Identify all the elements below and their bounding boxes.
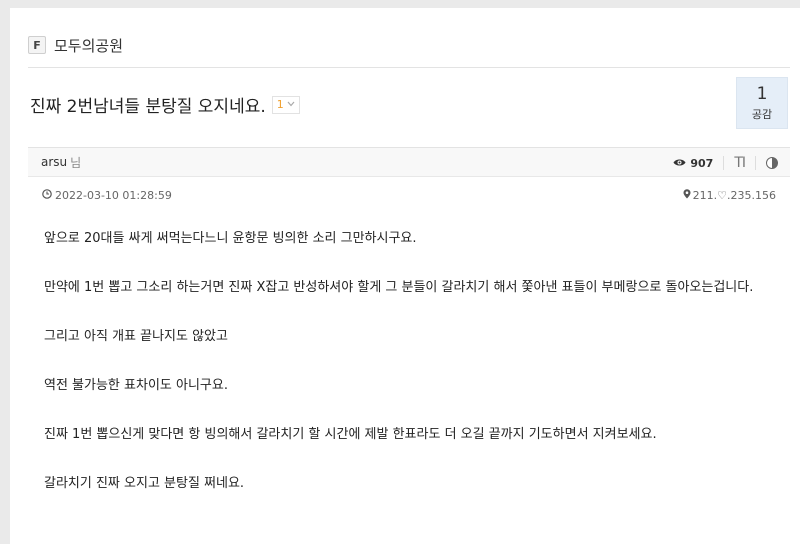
post-content: 앞으로 20대들 싸게 써먹는다느니 윤항문 빙의한 소리 그만하시구요. 만약… xyxy=(44,230,784,493)
post-meta-bar: arsu 님 907 TI xyxy=(28,147,790,177)
post-title: 진짜 2번남녀들 분탕질 오지네요. xyxy=(30,97,266,117)
board-icon: F xyxy=(28,36,46,54)
content-paragraph: 앞으로 20대들 싸게 써먹는다느니 윤항문 빙의한 소리 그만하시구요. xyxy=(44,231,417,246)
font-size-icon[interactable]: TI xyxy=(734,155,746,171)
post-ip-value: 211.♡.235.156 xyxy=(692,189,776,202)
content-paragraph: 갈라치기 진짜 오지고 분탕질 쩌네요. xyxy=(44,476,245,491)
divider xyxy=(723,156,725,170)
header-divider xyxy=(28,67,790,68)
like-button[interactable]: 1 공감 xyxy=(736,77,788,129)
page: F 모두의공원 진짜 2번남녀들 분탕질 오지네요. 1 1 공감 arsu 님… xyxy=(10,8,800,544)
content-paragraph: 그리고 아직 개표 끝나지도 않았고 xyxy=(44,329,228,344)
board-header[interactable]: F 모두의공원 xyxy=(28,30,123,60)
post-ip: 211.♡.235.156 xyxy=(683,189,776,202)
like-label: 공감 xyxy=(751,107,773,121)
contrast-icon[interactable] xyxy=(766,157,778,169)
comment-count-badge[interactable]: 1 xyxy=(271,95,300,114)
author-suffix: 님 xyxy=(70,155,82,170)
view-count: 907 xyxy=(673,157,713,170)
post-info: 2022-03-10 01:28:59 211.♡.235.156 xyxy=(42,189,776,205)
content-paragraph: 진짜 1번 뽑으신게 맞다면 항 빙의해서 갈라치기 할 시간에 제발 한표라도… xyxy=(44,427,657,442)
chevron-down-icon xyxy=(287,100,295,110)
location-pin-icon xyxy=(683,189,691,202)
post-date-value: 2022-03-10 01:28:59 xyxy=(55,189,172,202)
comment-count: 1 xyxy=(276,98,284,111)
divider xyxy=(755,156,756,170)
board-name[interactable]: 모두의공원 xyxy=(54,35,123,56)
post-title-row: 진짜 2번남녀들 분탕질 오지네요. 1 xyxy=(30,92,300,117)
meta-tools: 907 TI xyxy=(673,148,778,178)
post-date: 2022-03-10 01:28:59 xyxy=(42,189,172,202)
like-count: 1 xyxy=(756,83,768,104)
author-name[interactable]: arsu xyxy=(41,155,67,169)
content-paragraph: 역전 불가능한 표차이도 아니구요. xyxy=(44,378,228,393)
eye-icon xyxy=(673,157,686,170)
clock-icon xyxy=(42,189,52,202)
view-count-value: 907 xyxy=(690,156,714,170)
content-paragraph: 만약에 1번 뽑고 그소리 하는거면 진짜 X잡고 반성하셔야 할게 그 분들이… xyxy=(44,280,754,295)
